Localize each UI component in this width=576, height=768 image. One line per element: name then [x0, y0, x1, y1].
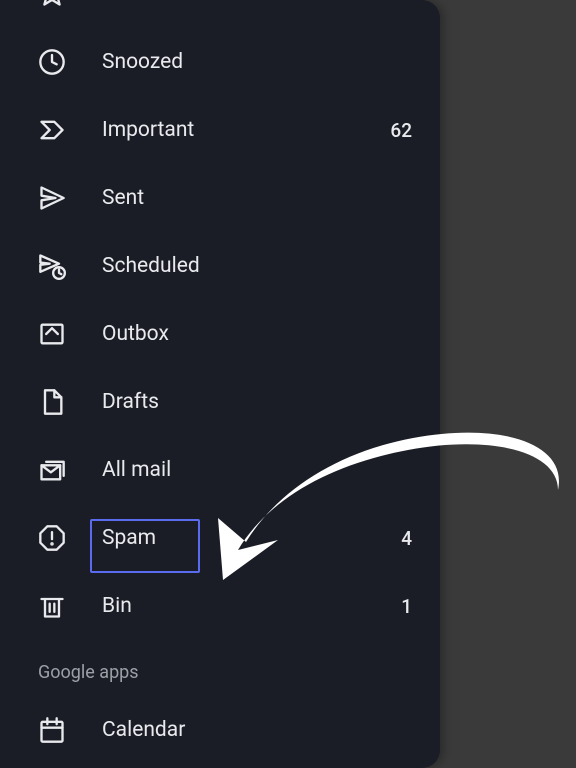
file-icon: [38, 388, 66, 416]
spam-icon: [38, 524, 66, 552]
sidebar-item-sent[interactable]: Sent: [0, 164, 440, 232]
sidebar-item-count: 62: [390, 119, 412, 142]
sidebar-item-count: 4: [401, 527, 412, 550]
sidebar-item-starred[interactable]: Starred: [0, 0, 440, 28]
stacked-mail-icon: [38, 456, 66, 484]
trash-icon: [38, 592, 66, 620]
folder-list: Starred Snoozed Important 62 Sent: [0, 0, 440, 764]
sidebar-item-label: Scheduled: [102, 254, 412, 278]
star-icon: [38, 0, 66, 8]
calendar-icon: [38, 716, 66, 744]
sidebar-item-label: Bin: [102, 594, 401, 618]
navigation-sidebar: Starred Snoozed Important 62 Sent: [0, 0, 440, 768]
sidebar-item-label: Important: [102, 118, 390, 142]
section-header-google-apps: Google apps: [0, 652, 440, 692]
clock-icon: [38, 48, 66, 76]
sidebar-item-label: Snoozed: [102, 50, 412, 74]
sidebar-item-important[interactable]: Important 62: [0, 96, 440, 164]
send-icon: [38, 184, 66, 212]
sidebar-item-scheduled[interactable]: Scheduled: [0, 232, 440, 300]
outbox-icon: [38, 320, 66, 348]
important-icon: [38, 116, 66, 144]
sidebar-item-label: Outbox: [102, 322, 412, 346]
sidebar-item-label: All mail: [102, 458, 412, 482]
sidebar-item-label: Calendar: [102, 718, 412, 742]
sidebar-item-all-mail[interactable]: All mail: [0, 436, 440, 504]
sidebar-item-spam[interactable]: Spam 4: [0, 504, 440, 572]
sidebar-item-count: 1: [401, 595, 412, 618]
sidebar-item-drafts[interactable]: Drafts: [0, 368, 440, 436]
sidebar-item-label: Drafts: [102, 390, 412, 414]
sidebar-item-snoozed[interactable]: Snoozed: [0, 28, 440, 96]
schedule-send-icon: [38, 252, 66, 280]
sidebar-item-calendar[interactable]: Calendar: [0, 696, 440, 764]
sidebar-item-label: Starred: [102, 0, 412, 6]
sidebar-item-label: Sent: [102, 186, 412, 210]
sidebar-item-bin[interactable]: Bin 1: [0, 572, 440, 640]
sidebar-item-outbox[interactable]: Outbox: [0, 300, 440, 368]
sidebar-item-label: Spam: [102, 526, 401, 550]
